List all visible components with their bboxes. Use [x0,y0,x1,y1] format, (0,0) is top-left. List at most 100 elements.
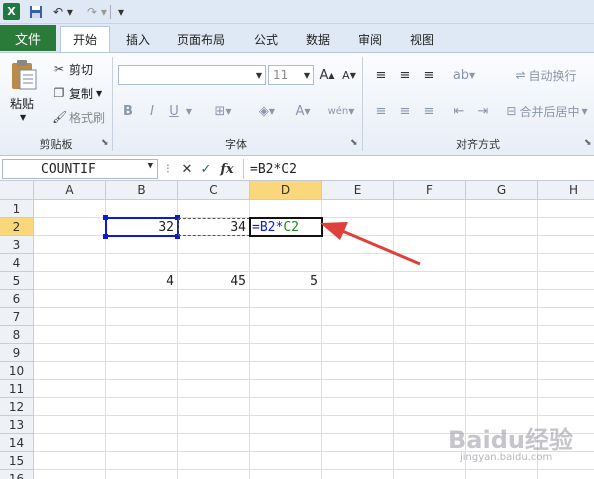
column-header-f[interactable]: F [394,181,466,200]
align-bottom-icon[interactable]: ≡ [420,65,438,85]
cell-d5[interactable]: 5 [250,272,322,290]
align-left-icon[interactable]: ≡ [372,101,390,121]
column-header-c[interactable]: C [178,181,250,200]
font-name-dropdown-icon[interactable]: ▼ [256,71,262,80]
active-cell-d2[interactable] [249,217,323,237]
orientation-icon[interactable]: ab ▼ [450,65,478,85]
row-header-16[interactable]: 16 [0,470,34,479]
paste-icon[interactable] [10,59,38,91]
row-header-12[interactable]: 12 [0,398,34,416]
row-header-4[interactable]: 4 [0,254,34,272]
phonetic-icon[interactable]: wén ▼ [326,101,356,121]
font-size-box[interactable]: 11 ▼ [268,65,314,85]
insert-function-icon[interactable]: fx [218,160,236,178]
alignment-launcher-icon[interactable]: ⬊ [584,138,592,148]
undo-icon[interactable]: ↶ ▾ [50,3,76,21]
wrap-text-button[interactable]: ⇌ 自动换行 [502,65,590,85]
fill-color-icon[interactable]: ◈ ▼ [252,101,282,121]
column-header-e[interactable]: E [322,181,394,200]
decrease-font-icon[interactable]: A ▼ [340,65,358,85]
format-painter-button[interactable]: 🖌 格式刷 [52,107,105,127]
tab-formulas[interactable]: 公式 [244,26,288,52]
row-header-8[interactable]: 8 [0,326,34,344]
tab-review[interactable]: 审阅 [348,26,392,52]
font-launcher-icon[interactable]: ⬊ [350,138,358,148]
font-color-icon[interactable]: A ▼ [288,101,318,121]
tab-insert[interactable]: 插入 [116,26,160,52]
row-header-6[interactable]: 6 [0,290,34,308]
clipboard-group-label: 剪贴板 [39,138,73,151]
row-header-7[interactable]: 7 [0,308,34,326]
column-header-h[interactable]: H [538,181,594,200]
underline-button[interactable]: U [166,101,182,121]
tab-page-layout[interactable]: 页面布局 [170,26,232,52]
resize-handle[interactable] [103,234,108,239]
row-header-3[interactable]: 3 [0,236,34,254]
italic-button[interactable]: I [144,101,160,121]
copy-label: 复制 [69,86,94,101]
grid-line [34,379,594,380]
increase-indent-icon[interactable]: ⇥ [474,101,492,121]
row-header-1[interactable]: 1 [0,200,34,218]
row-header-10[interactable]: 10 [0,362,34,380]
font-size-dropdown-icon[interactable]: ▼ [304,71,310,80]
tab-home[interactable]: 开始 [60,26,110,52]
merge-center-icon: ⊟ [506,104,517,118]
tab-view[interactable]: 视图 [400,26,444,52]
copy-button[interactable]: ❐ 复制 ▼ [52,83,103,103]
tab-data[interactable]: 数据 [296,26,340,52]
row-header-2[interactable]: 2 [0,218,34,236]
resize-handle[interactable] [103,215,108,220]
wrap-text-label: 自动换行 [528,68,577,83]
merge-dropdown-icon: ▼ [581,106,588,116]
decrease-indent-icon[interactable]: ⇤ [450,101,468,121]
column-header-b[interactable]: B [106,181,178,200]
paste-button[interactable]: 粘贴 [10,95,34,112]
formula-input[interactable]: =B2*C2 [243,159,592,179]
excel-logo-icon: X [3,3,20,20]
cancel-icon[interactable]: ✕ [180,160,194,178]
row-header-14[interactable]: 14 [0,434,34,452]
align-center-icon[interactable]: ≡ [396,101,414,121]
underline-dropdown-icon[interactable]: ▼ [184,101,194,121]
tab-file[interactable]: 文件 [0,25,56,51]
reference-box-c2 [178,218,250,236]
save-icon[interactable] [28,3,44,21]
borders-icon[interactable]: ⊞ ▼ [210,101,236,121]
grid-line [34,307,594,308]
increase-font-icon[interactable]: A ▲ [318,65,336,85]
formula-bar-splitter-icon[interactable]: ⁝ [162,160,174,178]
column-header-a[interactable]: A [34,181,106,200]
ribbon-tabs: 文件 开始 插入 页面布局 公式 数据 审阅 视图 [0,24,594,52]
bold-button[interactable]: B [120,101,136,121]
wrap-text-icon: ⇌ [515,68,526,82]
column-header-d[interactable]: D [250,181,322,200]
align-middle-icon[interactable]: ≡ [396,65,414,85]
grid-line [34,397,594,398]
grid-line [393,200,394,479]
select-all-corner[interactable] [0,181,34,200]
enter-icon[interactable]: ✓ [198,160,214,178]
column-header-g[interactable]: G [466,181,538,200]
name-box[interactable]: COUNTIF ▼ [2,159,158,179]
customize-qat-icon[interactable]: ▾ [115,3,127,21]
align-top-icon[interactable]: ≡ [372,65,390,85]
name-box-dropdown-icon[interactable]: ▼ [148,161,153,171]
clipboard-launcher-icon[interactable]: ⬊ [101,138,109,148]
cell-c5[interactable]: 45 [178,272,250,290]
paste-dropdown-icon[interactable]: ▼ [20,113,26,122]
redo-icon[interactable]: ↷ ▾ [84,3,110,21]
align-right-icon[interactable]: ≡ [420,101,438,121]
row-header-15[interactable]: 15 [0,452,34,470]
row-header-13[interactable]: 13 [0,416,34,434]
font-name-box[interactable]: ▼ [118,65,266,85]
row-header-11[interactable]: 11 [0,380,34,398]
cut-button[interactable]: ✂ 剪切 [52,59,93,79]
grid-line [34,415,594,416]
grid-line [34,361,594,362]
cell-b5[interactable]: 4 [106,272,178,290]
row-header-5[interactable]: 5 [0,272,34,290]
row-header-9[interactable]: 9 [0,344,34,362]
formula-bar: COUNTIF ▼ ⁝ ✕ ✓ fx =B2*C2 [0,157,594,181]
merge-center-button[interactable]: ⊟ 合并后居中 ▼ [502,101,592,121]
